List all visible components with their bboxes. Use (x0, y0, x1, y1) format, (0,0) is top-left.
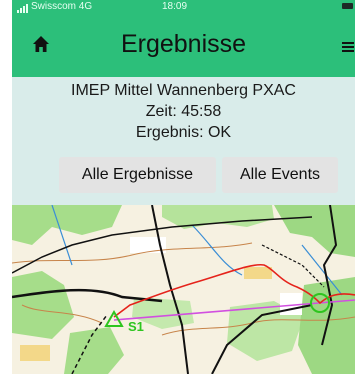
phone-screen: Swisscom 4G 18:09 Ergebnisse IMEP Mittel… (12, 0, 355, 374)
clock: 18:09 (162, 1, 188, 12)
signal-strength-icon (17, 0, 29, 13)
result-summary: IMEP Mittel Wannenberg PXAC Zeit: 45:58 … (12, 80, 355, 143)
page-title: Ergebnisse (120, 30, 247, 58)
all-events-button[interactable]: Alle Events (222, 157, 338, 193)
hamburger-menu-icon[interactable] (342, 42, 354, 54)
carrier-label: Swisscom 4G (31, 0, 92, 13)
result-time: Zeit: 45:58 (145, 103, 222, 120)
status-bar: Swisscom 4G 18:09 (12, 0, 355, 13)
all-results-button[interactable]: Alle Ergebnisse (59, 157, 216, 193)
orienteering-map[interactable]: S1 (12, 205, 355, 374)
network-type: 4G (78, 1, 93, 12)
battery-icon (342, 3, 353, 9)
event-name: IMEP Mittel Wannenberg PXAC (71, 82, 296, 99)
start-label: S1 (128, 319, 144, 334)
top-nav-bar: Ergebnisse (12, 13, 355, 77)
carrier-name: Swisscom (31, 1, 77, 12)
result-status: Ergebnis: OK (135, 124, 232, 141)
